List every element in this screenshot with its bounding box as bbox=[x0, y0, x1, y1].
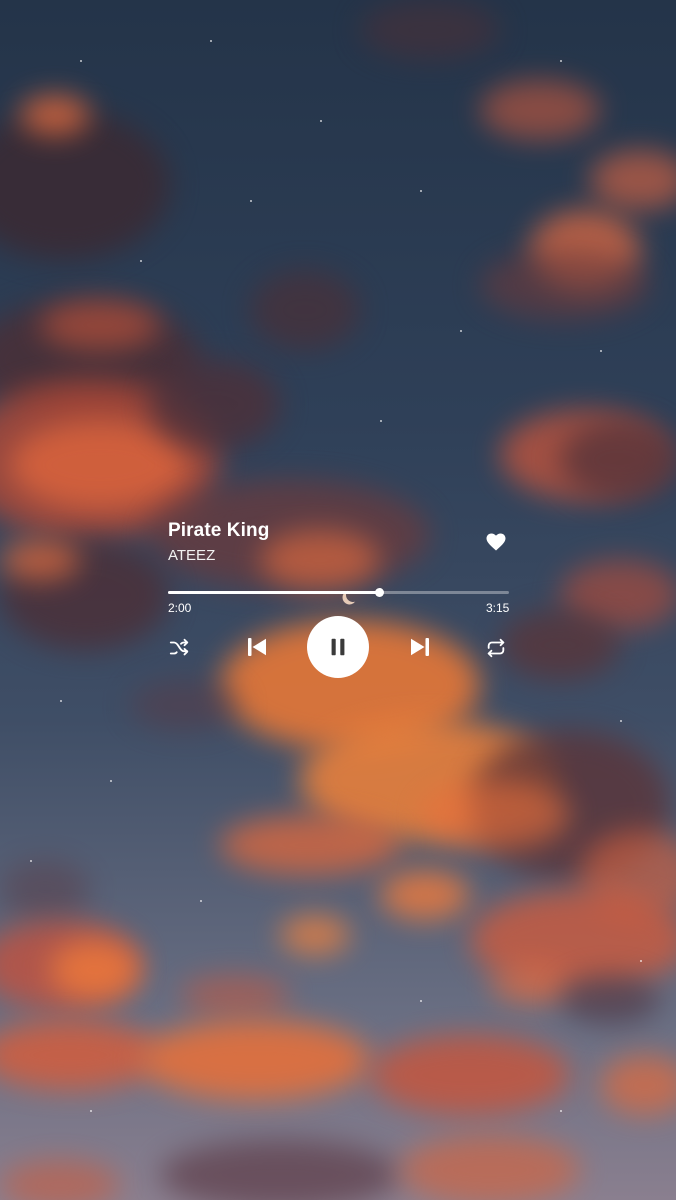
repeat-button[interactable] bbox=[483, 636, 509, 660]
elapsed-time: 2:00 bbox=[168, 601, 192, 615]
previous-button[interactable] bbox=[244, 634, 270, 660]
progress-bar[interactable] bbox=[168, 588, 509, 597]
repeat-icon bbox=[487, 638, 505, 658]
total-duration: 3:15 bbox=[486, 601, 510, 615]
track-title: Pirate King bbox=[168, 520, 270, 541]
track-artist: ATEEZ bbox=[168, 547, 216, 564]
next-button[interactable] bbox=[407, 634, 433, 660]
skip-previous-icon bbox=[248, 638, 266, 656]
shuffle-button[interactable] bbox=[166, 636, 192, 660]
shuffle-icon bbox=[169, 638, 189, 656]
skip-next-icon bbox=[411, 638, 429, 656]
heart-icon bbox=[486, 533, 506, 551]
progress-fill bbox=[168, 591, 380, 594]
progress-handle[interactable] bbox=[375, 588, 385, 597]
pause-button[interactable] bbox=[307, 616, 369, 678]
music-player: Pirate King ATEEZ 2:00 3:15 bbox=[0, 0, 676, 1200]
like-button[interactable] bbox=[484, 530, 508, 554]
pause-icon bbox=[331, 638, 345, 656]
